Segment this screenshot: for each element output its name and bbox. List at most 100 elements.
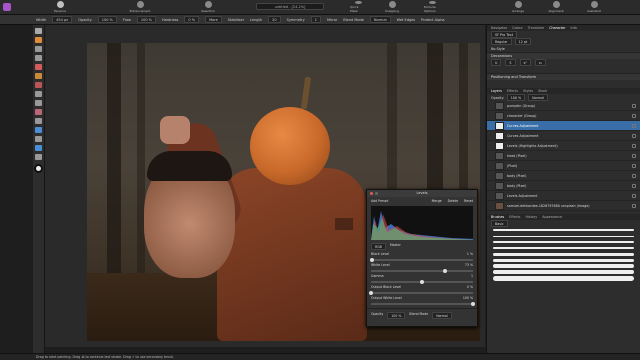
tab-styles[interactable]: Styles (523, 89, 533, 93)
colour-swatch-icon[interactable] (34, 164, 43, 173)
paint-brush-icon[interactable] (35, 73, 42, 79)
positioning-section[interactable]: Positioning and Transform (487, 73, 640, 80)
alignment-button[interactable]: Alignment (548, 1, 564, 13)
font-family-select[interactable]: SF Pro Text (491, 31, 517, 38)
tab-character[interactable]: Character (549, 26, 565, 30)
tab-effects[interactable]: Effects (507, 89, 518, 93)
layer-row[interactable]: body (Pixel) (487, 171, 640, 181)
snapping-button[interactable]: Snapping (384, 1, 400, 13)
tab-navigator[interactable]: Navigator (491, 26, 507, 30)
visibility-checkbox[interactable] (632, 143, 636, 148)
gamma-value[interactable]: 1 (471, 274, 473, 279)
black-level-value[interactable]: 1 % (467, 252, 473, 257)
output-white-knob[interactable] (471, 302, 475, 306)
minimize-icon[interactable] (375, 192, 378, 195)
dodge-tool-icon[interactable] (35, 100, 42, 106)
delete-button[interactable]: Delete (448, 199, 458, 203)
visibility-checkbox[interactable] (632, 123, 636, 128)
output-black-knob[interactable] (369, 291, 373, 295)
visibility-checkbox[interactable] (632, 153, 636, 158)
tab-stock[interactable]: Stock (538, 89, 547, 93)
width-field[interactable]: 454 px (52, 16, 73, 23)
output-black-value[interactable]: 0 % (467, 285, 473, 290)
blur-tool-icon[interactable] (35, 118, 42, 124)
layer-row[interactable]: Levels Adjustment (487, 191, 640, 201)
tab-info[interactable]: Info (571, 26, 577, 30)
visibility-checkbox[interactable] (632, 103, 636, 108)
visibility-checkbox[interactable] (632, 183, 636, 188)
tab-appearance[interactable]: Appearance (542, 215, 562, 219)
layer-row[interactable]: Curves Adjustment (487, 131, 640, 141)
levels-title-bar[interactable]: Levels (367, 190, 477, 197)
move-tool-icon[interactable] (35, 28, 42, 34)
length-field[interactable]: 20 (268, 16, 281, 23)
enhancement-button[interactable]: Enhancement (130, 1, 150, 13)
opacity-field[interactable]: 100 % (387, 312, 406, 319)
erase-brush-icon[interactable] (35, 82, 42, 88)
flow-field[interactable]: 100 % (136, 16, 156, 23)
mirror-toggle[interactable]: Mirror (327, 18, 337, 22)
hardness-field[interactable]: 0 % (184, 16, 200, 23)
assistant-button[interactable]: Assistant (586, 1, 602, 13)
protect-alpha-toggle[interactable]: Protect Alpha (421, 18, 444, 22)
font-style-select[interactable]: Regular (491, 38, 512, 45)
more-button[interactable]: More (205, 16, 222, 23)
visibility-checkbox[interactable] (632, 203, 636, 208)
layer-opacity-field[interactable]: 100 % (506, 94, 526, 101)
brush-category-select[interactable]: Basic (491, 220, 508, 227)
tab-colour[interactable]: Colour (512, 26, 523, 30)
crop-tool-icon[interactable] (35, 37, 42, 43)
visibility-checkbox[interactable] (632, 163, 636, 168)
tab-layers[interactable]: Layers (491, 89, 502, 93)
zoom-tool-icon[interactable] (35, 154, 42, 160)
close-icon[interactable] (370, 192, 373, 195)
superscript-icon[interactable]: x² (519, 59, 531, 66)
white-level-slider[interactable] (371, 269, 473, 273)
black-level-slider[interactable] (370, 258, 473, 262)
layer-row[interactable]: character (Group) (487, 111, 640, 121)
shape-tool-icon[interactable] (35, 145, 42, 151)
output-white-slider[interactable] (371, 302, 475, 306)
layer-row[interactable]: head (Pixel) (487, 151, 640, 161)
white-level-value[interactable]: 73 % (465, 263, 473, 268)
visibility-checkbox[interactable] (632, 173, 636, 178)
merge-button[interactable]: Merge (432, 199, 442, 203)
fill-tool-icon[interactable] (35, 91, 42, 97)
subscript-icon[interactable]: x₂ (534, 59, 547, 66)
channel-select[interactable]: RGB (371, 243, 386, 250)
stabiliser-toggle[interactable]: Stabiliser (228, 18, 244, 22)
app-icon[interactable] (3, 3, 11, 11)
visibility-checkbox[interactable] (632, 193, 636, 198)
layer-row[interactable]: (Pixel) (487, 161, 640, 171)
tab-history[interactable]: History (525, 215, 537, 219)
tab-brush-effects[interactable]: Effects (509, 215, 520, 219)
decorations-section[interactable]: Decorations (487, 52, 640, 59)
wet-edges-toggle[interactable]: Wet Edges (397, 18, 416, 22)
blend-mode-select[interactable]: Normal (432, 312, 452, 319)
add-preset-button[interactable]: Add Preset (371, 199, 388, 203)
gamma-knob[interactable] (420, 280, 424, 284)
layer-row[interactable]: Levels (Highlights Adjustment) (487, 141, 640, 151)
font-size-field[interactable]: 12 pt (514, 38, 532, 45)
output-white-value[interactable]: 100 % (463, 296, 473, 301)
text-tool-icon[interactable] (35, 136, 42, 142)
blend-mode-select[interactable]: Normal (369, 16, 391, 23)
clone-tool-icon[interactable] (35, 109, 42, 115)
pen-tool-icon[interactable] (35, 127, 42, 133)
visibility-checkbox[interactable] (632, 133, 636, 138)
layer-row-selected[interactable]: Curves Adjustment (487, 121, 640, 131)
layer-blend-select[interactable]: Normal (528, 94, 549, 101)
arrange-button[interactable]: Arrange (510, 1, 526, 13)
brush-item[interactable] (487, 275, 640, 281)
style-select[interactable]: No Style (491, 47, 505, 51)
white-level-knob[interactable] (443, 269, 448, 273)
gamma-slider[interactable] (371, 280, 473, 284)
symmetry-field[interactable]: 1 (310, 16, 321, 23)
layer-row[interactable]: pumpkin (Group) (487, 101, 640, 111)
selection-button[interactable]: Selection (200, 1, 216, 13)
layer-row[interactable]: samuel-dehkordee-1826797680 unsplash (Im… (487, 201, 640, 211)
tab-transform[interactable]: Transform (528, 26, 544, 30)
black-level-knob[interactable] (370, 258, 375, 262)
opacity-field[interactable]: 100 % (97, 16, 117, 23)
quick-mask-button[interactable]: Quick Mask (350, 1, 366, 13)
